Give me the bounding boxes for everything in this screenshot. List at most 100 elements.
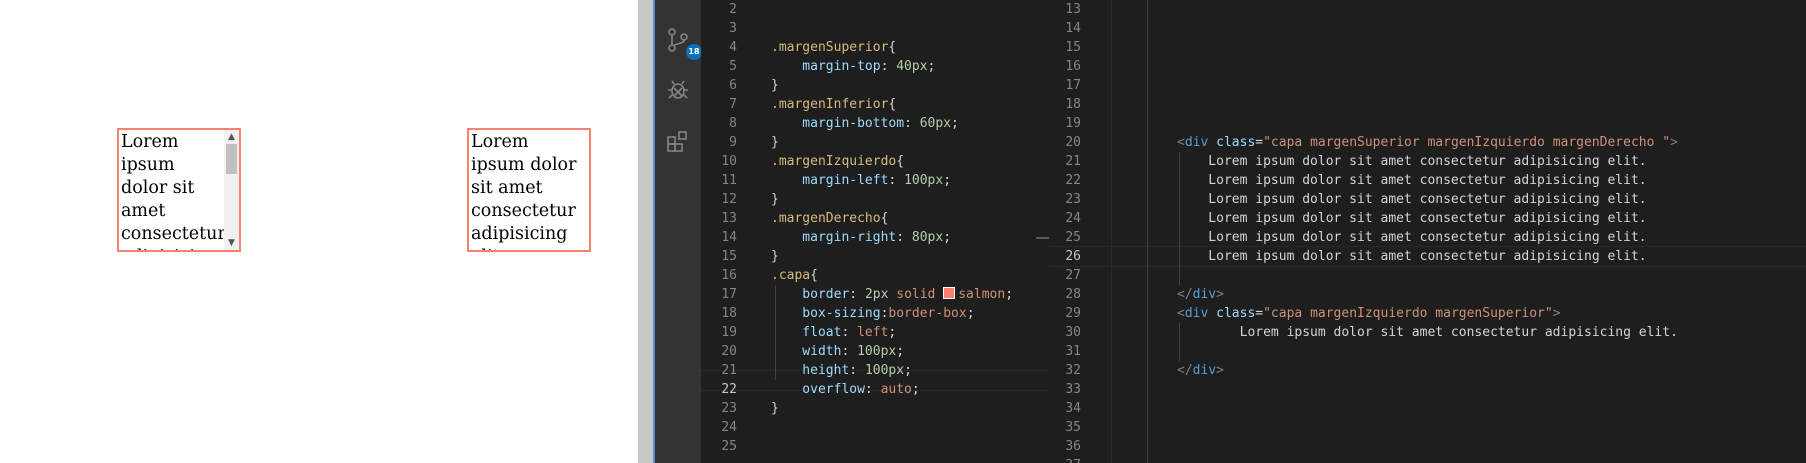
scroll-down-arrow-icon[interactable]: ▼ — [224, 236, 239, 250]
code-line[interactable]: Lorem ipsum dolor sit amet consectetur a… — [1177, 228, 1678, 247]
code-line[interactable] — [1177, 399, 1678, 418]
code-line[interactable] — [1177, 380, 1678, 399]
code-line[interactable] — [1177, 456, 1678, 463]
code-line[interactable]: .margenDerecho{ — [771, 209, 1013, 228]
code-line[interactable] — [1177, 95, 1678, 114]
line-number: 21 — [1065, 154, 1081, 169]
line-number: 18 — [1065, 97, 1081, 112]
code-line[interactable]: </div> — [1177, 285, 1678, 304]
code-line[interactable]: } — [771, 190, 1013, 209]
code-line[interactable]: Lorem ipsum dolor sit amet consectetur a… — [1177, 323, 1678, 342]
line-number: 23 — [721, 401, 737, 416]
line-number: 19 — [1065, 116, 1081, 131]
code-line[interactable] — [1177, 19, 1678, 38]
code-line[interactable]: .margenInferior{ — [771, 95, 1013, 114]
code-token: : — [896, 230, 912, 245]
code-line[interactable]: <div class="capa margenSuperior margenIz… — [1177, 133, 1678, 152]
code-token: overflow — [771, 382, 865, 397]
code-line[interactable]: box-sizing:border-box; — [771, 304, 1013, 323]
line-number: 7 — [729, 97, 737, 112]
code-token: 40px — [896, 59, 928, 74]
code-line[interactable]: height: 100px; — [771, 361, 1013, 380]
scrollbar-thumb[interactable] — [226, 144, 237, 174]
code-line[interactable] — [1177, 76, 1678, 95]
code-token: border — [771, 287, 850, 302]
code-token: Lorem ipsum dolor sit amet consectetur a… — [1177, 173, 1647, 188]
code-line[interactable]: } — [771, 399, 1013, 418]
code-token: 100px — [864, 363, 905, 378]
code-line[interactable]: .margenIzquierdo{ — [771, 152, 1013, 171]
code-line[interactable]: overflow: auto; — [771, 380, 1013, 399]
code-line[interactable]: Lorem ipsum dolor sit amet consectetur a… — [1177, 152, 1678, 171]
code-line[interactable] — [771, 0, 1013, 19]
code-token: ; — [966, 306, 975, 321]
line-number: 30 — [1065, 325, 1081, 340]
code-token: float — [771, 325, 842, 340]
line-number: 16 — [721, 268, 737, 283]
code-token: auto — [880, 382, 912, 397]
code-line[interactable] — [1177, 38, 1678, 57]
line-number: 24 — [721, 420, 737, 435]
activity-bar: 18 — [655, 0, 702, 463]
code-line[interactable] — [1177, 114, 1678, 133]
code-line[interactable]: margin-top: 40px; — [771, 57, 1013, 76]
code-line[interactable]: <div class="capa margenIzquierdo margenS… — [1177, 304, 1678, 323]
code-line[interactable]: } — [771, 247, 1013, 266]
line-number: 37 — [1049, 456, 1087, 463]
code-token: } — [771, 249, 779, 264]
code-line[interactable]: </div> — [1177, 361, 1678, 380]
code-line[interactable] — [1177, 57, 1678, 76]
code-line[interactable]: Lorem ipsum dolor sit amet consectetur a… — [1177, 247, 1678, 266]
code-line[interactable]: Lorem ipsum dolor sit amet consectetur a… — [1177, 209, 1678, 228]
code-line[interactable]: width: 100px; — [771, 342, 1013, 361]
code-token: margin-bottom — [771, 116, 905, 131]
code-line[interactable]: Lorem ipsum dolor sit amet consectetur a… — [1177, 190, 1678, 209]
code-line[interactable] — [771, 418, 1013, 437]
extensions-icon[interactable] — [664, 128, 692, 156]
line-number: 28 — [1065, 287, 1081, 302]
code-line[interactable] — [1177, 266, 1678, 285]
code-token: margin-left — [771, 173, 889, 188]
source-control-icon[interactable]: 18 — [664, 26, 702, 60]
code-line[interactable] — [771, 437, 1013, 456]
code-token: ; — [888, 325, 897, 340]
code-token: Lorem ipsum dolor sit amet consectetur a… — [1177, 325, 1678, 340]
code-line[interactable] — [1177, 418, 1678, 437]
code-area[interactable]: <div class="capa margenSuperior margenIz… — [1177, 0, 1678, 463]
code-line[interactable] — [1177, 342, 1678, 361]
code-line[interactable] — [1177, 437, 1678, 456]
line-number: 32 — [1065, 363, 1081, 378]
code-token: } — [771, 135, 779, 150]
code-line[interactable]: Lorem ipsum dolor sit amet consectetur a… — [1177, 171, 1678, 190]
window-divider[interactable] — [638, 0, 653, 463]
code-token: Lorem ipsum dolor sit amet consectetur a… — [1177, 211, 1647, 226]
scroll-up-arrow-icon[interactable]: ▲ — [224, 130, 239, 144]
code-line[interactable] — [771, 19, 1013, 38]
code-line[interactable]: margin-left: 100px; — [771, 171, 1013, 190]
code-line[interactable]: } — [771, 133, 1013, 152]
code-line[interactable]: .capa{ — [771, 266, 1013, 285]
code-line[interactable] — [1177, 0, 1678, 19]
html-editor[interactable]: 13 14 15 16 17 18 19 20 21 22 23 24 25 26 27 28 29 30 31 32… — [1049, 0, 1806, 463]
code-line[interactable]: .margenSuperior{ — [771, 38, 1013, 57]
color-swatch-icon[interactable] — [943, 287, 956, 299]
code-token: class — [1216, 306, 1256, 321]
code-line[interactable]: border: 2px solid salmon; — [771, 285, 1013, 304]
code-token: div — [1192, 287, 1217, 302]
code-area[interactable]: .margenSuperior{ margin-top: 40px;} .marg… — [771, 0, 1013, 456]
code-token: { — [880, 211, 889, 226]
vertical-scrollbar[interactable]: ▲ ▼ — [224, 130, 239, 250]
debug-icon[interactable] — [664, 76, 692, 104]
line-number: 26 — [1065, 249, 1081, 264]
code-token: < — [1177, 306, 1185, 321]
preview-box-scrollable[interactable]: Lorem ipsum dolor sit amet consectetur a… — [117, 128, 241, 252]
line-number: 14 — [1065, 21, 1081, 36]
css-editor[interactable]: 2 3 4 5 6 7 8 9 10 11 12 13 14 15 16 17 18 19 20 21 22 23 24 25… — [701, 0, 1049, 463]
code-line[interactable]: } — [771, 76, 1013, 95]
code-line[interactable]: margin-right: 80px; — [771, 228, 1013, 247]
code-line[interactable]: margin-bottom: 60px; — [771, 114, 1013, 133]
code-line[interactable]: float: left; — [771, 323, 1013, 342]
code-token: 80px — [911, 230, 944, 245]
